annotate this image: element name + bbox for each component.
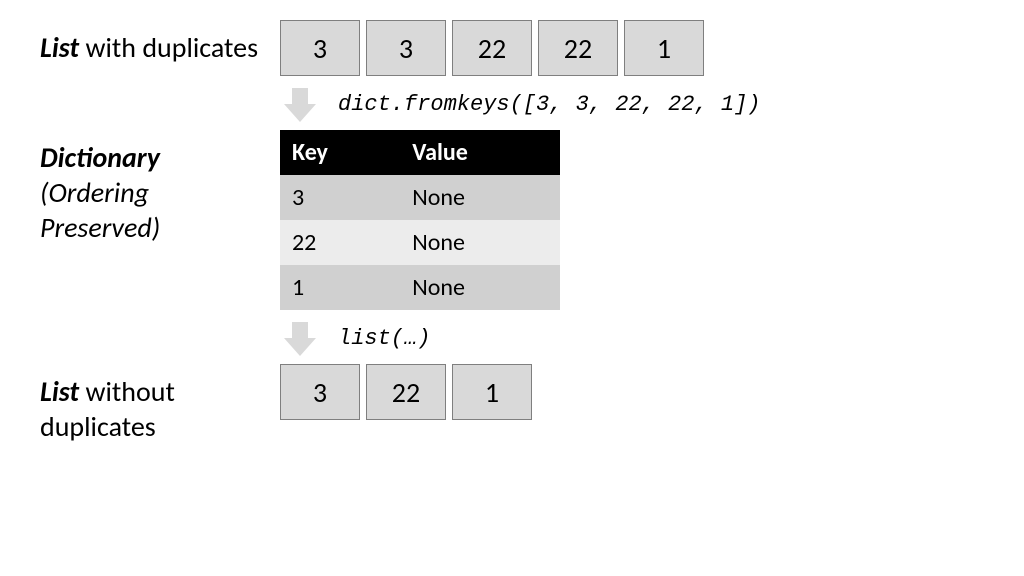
dict-cell-value: None xyxy=(400,220,560,265)
arrow-down-icon xyxy=(280,84,320,124)
dict-header-row: Key Value xyxy=(280,130,560,175)
label-list-noduplicates: List without duplicates xyxy=(40,364,280,444)
arrow-row-2: list(…) xyxy=(280,318,984,358)
label-dictionary: Dictionary (Ordering Preserved) xyxy=(40,130,280,245)
list-cell: 22 xyxy=(366,364,446,420)
table-row: 22 None xyxy=(280,220,560,265)
list-cell: 3 xyxy=(366,20,446,76)
arrow-row-1: dict.fromkeys([3, 3, 22, 22, 1]) xyxy=(280,84,984,124)
list-cell: 22 xyxy=(452,20,532,76)
list-cell: 1 xyxy=(452,364,532,420)
row-list-noduplicates: List without duplicates 3 22 1 xyxy=(40,364,984,444)
dict-cell-key: 22 xyxy=(280,220,400,265)
table-row: 1 None xyxy=(280,265,560,310)
label-dict-rest2: Preserved) xyxy=(40,210,160,245)
list-cell: 3 xyxy=(280,20,360,76)
arrow-down-icon xyxy=(280,318,320,358)
label-list-rest: with duplicates xyxy=(79,30,258,65)
row-dictionary: Dictionary (Ordering Preserved) Key Valu… xyxy=(40,130,984,310)
code-fromkeys: dict.fromkeys([3, 3, 22, 22, 1]) xyxy=(338,92,760,117)
dict-header-key: Key xyxy=(280,130,400,175)
list-nodup-cells: 3 22 1 xyxy=(280,364,984,420)
label-list-duplicates: List with duplicates xyxy=(40,20,280,65)
label-list-nodup-bold: List xyxy=(40,374,79,409)
label-dict-rest1: (Ordering xyxy=(40,175,149,210)
dict-cell-key: 1 xyxy=(280,265,400,310)
list-dup-cells: 3 3 22 22 1 xyxy=(280,20,984,76)
dict-table-wrap: Key Value 3 None 22 None 1 None xyxy=(280,130,984,310)
dict-header-value: Value xyxy=(400,130,560,175)
list-nodup-cells-wrap: 3 22 1 xyxy=(280,364,984,420)
code-list: list(…) xyxy=(338,326,430,351)
label-dict-bold: Dictionary xyxy=(40,140,160,175)
list-cell: 22 xyxy=(538,20,618,76)
label-list-bold: List xyxy=(40,30,79,65)
table-row: 3 None xyxy=(280,175,560,220)
row-list-duplicates: List with duplicates 3 3 22 22 1 xyxy=(40,20,984,76)
list-cell: 1 xyxy=(624,20,704,76)
list-dup-cells-wrap: 3 3 22 22 1 xyxy=(280,20,984,76)
dict-cell-key: 3 xyxy=(280,175,400,220)
dict-cell-value: None xyxy=(400,175,560,220)
dict-cell-value: None xyxy=(400,265,560,310)
dict-table: Key Value 3 None 22 None 1 None xyxy=(280,130,560,310)
list-cell: 3 xyxy=(280,364,360,420)
